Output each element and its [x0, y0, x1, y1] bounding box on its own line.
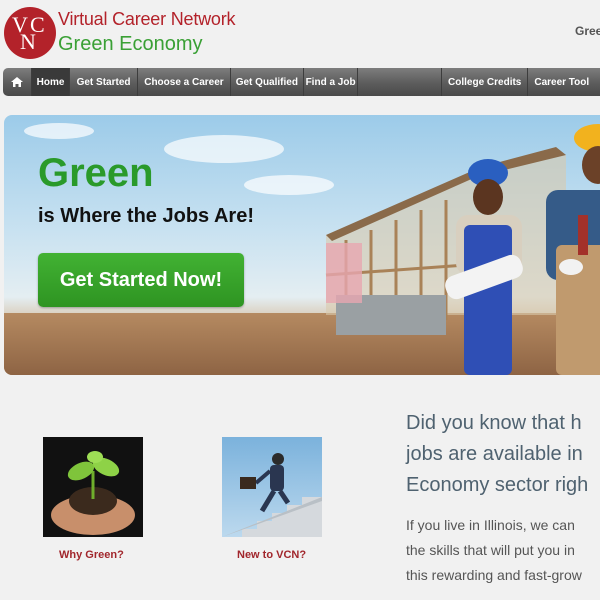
- intro-body-line: the skills that will put you in: [406, 542, 575, 558]
- why-green-image[interactable]: [43, 437, 143, 537]
- intro-body-line: this rewarding and fast-grow: [406, 567, 582, 583]
- new-to-vcn-image[interactable]: [222, 437, 322, 537]
- brand-subtitle[interactable]: Green Economy: [58, 33, 203, 56]
- nav-college-credits[interactable]: College Credits: [442, 68, 529, 96]
- why-green-link[interactable]: Why Green?: [59, 549, 124, 561]
- seedling-in-hands-icon: [51, 451, 135, 535]
- intro-body-line: If you live in Illinois, we can: [406, 517, 575, 533]
- header-link[interactable]: Gree: [575, 24, 600, 38]
- nav-get-started[interactable]: Get Started: [70, 68, 139, 96]
- nav-home-icon-button[interactable]: [3, 68, 33, 96]
- nav-find-job[interactable]: Find a Job: [304, 68, 359, 96]
- cloud: [164, 135, 284, 163]
- nav-get-qualified[interactable]: Get Qualified: [231, 68, 305, 96]
- hero-title: Green: [38, 151, 154, 195]
- intro-heading-line: Economy sector righ: [406, 474, 589, 496]
- intro-body: If you live in Illinois, we can the skil…: [406, 513, 582, 588]
- main-nav: Home Get Started Choose a Career Get Qua…: [3, 68, 600, 96]
- nav-home[interactable]: Home: [32, 68, 70, 96]
- site-header: V C N Virtual Career Network Green Econo…: [0, 0, 600, 64]
- businessman-climbing-stairs-icon: [222, 453, 322, 537]
- nav-choose-career[interactable]: Choose a Career: [138, 68, 231, 96]
- vcn-logo[interactable]: V C N: [4, 7, 56, 59]
- cloud: [24, 123, 94, 139]
- hero-subtitle: is Where the Jobs Are!: [38, 205, 254, 227]
- nav-spacer: [358, 68, 443, 96]
- new-to-vcn-link[interactable]: New to VCN?: [237, 549, 306, 561]
- logo-letter-n: N: [20, 29, 36, 54]
- intro-heading: Did you know that h jobs are available i…: [406, 408, 600, 501]
- construction-workers-image: [325, 124, 600, 375]
- intro-heading-line: Did you know that h: [406, 412, 582, 434]
- brand-name[interactable]: Virtual Career Network: [58, 9, 236, 30]
- hero-banner: Green is Where the Jobs Are! Get Started…: [4, 115, 600, 375]
- nav-career-tools[interactable]: Career Tool: [528, 68, 600, 96]
- intro-heading-line: jobs are available in: [406, 443, 583, 465]
- get-started-now-button[interactable]: Get Started Now!: [38, 253, 244, 307]
- home-icon: [11, 77, 24, 87]
